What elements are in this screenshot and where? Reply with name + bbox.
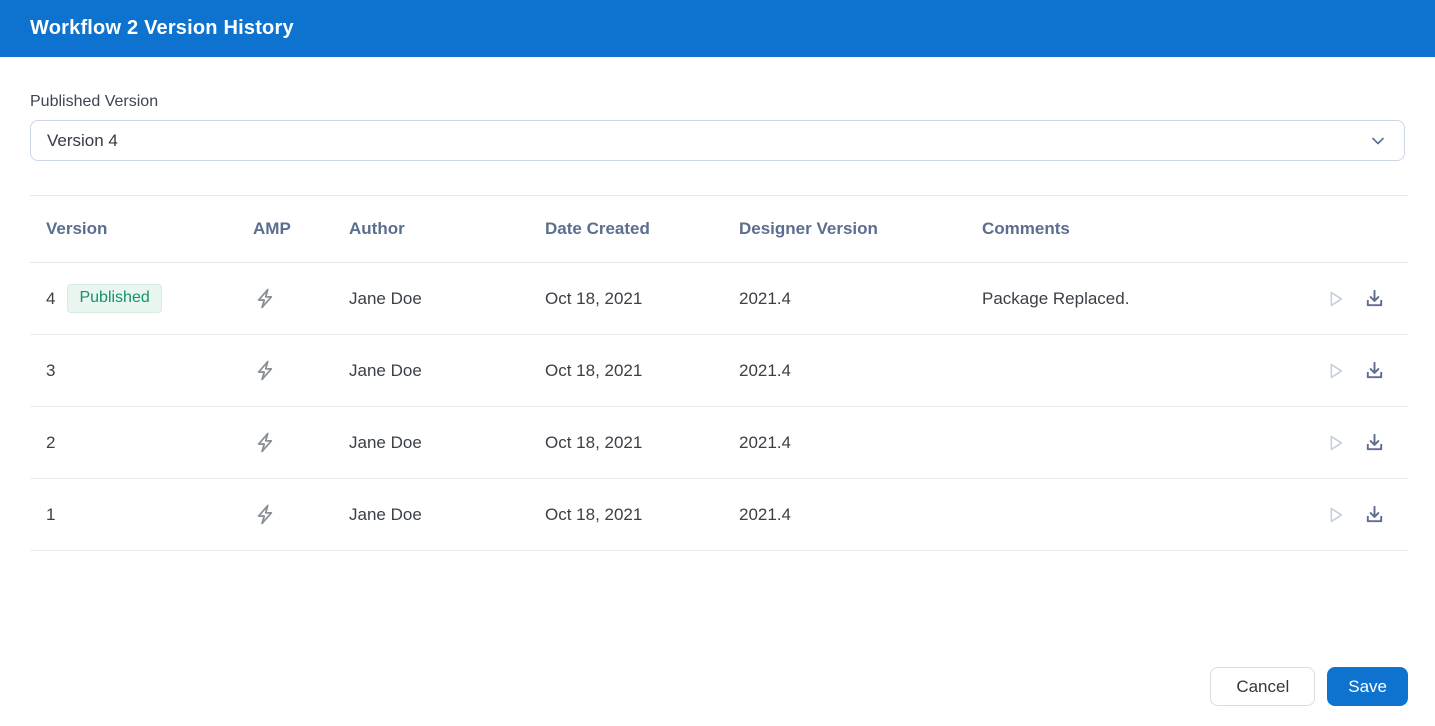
table-header-row: Version AMP Author Date Created Designer… — [30, 196, 1408, 263]
column-header-date-created: Date Created — [545, 219, 650, 238]
published-badge: Published — [67, 284, 162, 313]
date-created-cell: Oct 18, 2021 — [545, 360, 643, 380]
amp-cell — [253, 430, 349, 455]
version-cell: 1 — [46, 505, 253, 525]
designer-version-cell: 2021.4 — [739, 504, 791, 524]
download-button[interactable] — [1363, 359, 1386, 382]
version-number: 3 — [46, 360, 56, 380]
column-header-version: Version — [46, 219, 108, 238]
published-version-label: Published Version — [30, 93, 159, 110]
download-icon — [1366, 433, 1383, 451]
download-icon — [1366, 361, 1383, 379]
table-row: 3 Jane Doe Oct 18, 2021 2021.4 — [30, 335, 1408, 407]
play-button[interactable] — [1324, 288, 1346, 310]
author-cell: Jane Doe — [349, 432, 422, 452]
designer-version-cell: 2021.4 — [739, 288, 791, 308]
row-actions — [1298, 431, 1408, 454]
lightning-bolt-icon — [257, 360, 273, 381]
amp-cell — [253, 358, 349, 383]
version-cell: 3 — [46, 361, 253, 381]
play-icon — [1330, 363, 1343, 378]
dialog-header: Workflow 2 Version History — [0, 0, 1435, 57]
dialog-title: Workflow 2 Version History — [30, 17, 294, 39]
download-icon — [1366, 289, 1383, 307]
row-actions — [1298, 287, 1408, 310]
designer-version-cell: 2021.4 — [739, 360, 791, 380]
lightning-bolt-icon — [257, 432, 273, 453]
play-button[interactable] — [1324, 504, 1346, 526]
play-icon — [1330, 435, 1343, 450]
date-created-cell: Oct 18, 2021 — [545, 504, 643, 524]
play-button[interactable] — [1324, 432, 1346, 454]
author-cell: Jane Doe — [349, 504, 422, 524]
version-cell: 4 Published — [46, 284, 253, 313]
table-row: 2 Jane Doe Oct 18, 2021 2021.4 — [30, 407, 1408, 479]
column-header-author: Author — [349, 219, 405, 238]
designer-version-cell: 2021.4 — [739, 432, 791, 452]
table-row: 1 Jane Doe Oct 18, 2021 2021.4 — [30, 479, 1408, 551]
download-icon — [1366, 505, 1383, 523]
version-number: 4 — [46, 288, 56, 308]
play-icon — [1330, 291, 1343, 306]
table-row: 4 Published Jane Doe Oct 18, 2021 2021.4… — [30, 263, 1408, 335]
download-button[interactable] — [1363, 503, 1386, 526]
download-button[interactable] — [1363, 431, 1386, 454]
published-version-value: Version 4 — [47, 130, 118, 150]
version-cell: 2 — [46, 433, 253, 453]
comments-cell: Package Replaced. — [982, 288, 1130, 308]
save-button[interactable]: Save — [1327, 667, 1408, 706]
version-history-table: Version AMP Author Date Created Designer… — [30, 195, 1408, 551]
amp-cell — [253, 502, 349, 527]
published-version-select[interactable]: Version 4 — [30, 120, 1405, 161]
play-icon — [1330, 507, 1343, 522]
version-number: 2 — [46, 432, 56, 452]
download-button[interactable] — [1363, 287, 1386, 310]
lightning-bolt-icon — [257, 288, 273, 309]
dialog-footer: Cancel Save — [0, 667, 1435, 726]
cancel-button[interactable]: Cancel — [1210, 667, 1316, 706]
column-header-comments: Comments — [982, 219, 1070, 238]
column-header-amp: AMP — [253, 219, 291, 238]
amp-cell — [253, 286, 349, 311]
published-version-field: Published Version Version 4 — [30, 93, 1405, 161]
table-body: 4 Published Jane Doe Oct 18, 2021 2021.4… — [30, 263, 1408, 551]
row-actions — [1298, 359, 1408, 382]
chevron-down-icon — [1372, 137, 1384, 144]
author-cell: Jane Doe — [349, 288, 422, 308]
play-button[interactable] — [1324, 360, 1346, 382]
lightning-bolt-icon — [257, 504, 273, 525]
version-number: 1 — [46, 504, 56, 524]
author-cell: Jane Doe — [349, 360, 422, 380]
date-created-cell: Oct 18, 2021 — [545, 432, 643, 452]
date-created-cell: Oct 18, 2021 — [545, 288, 643, 308]
row-actions — [1298, 503, 1408, 526]
column-header-designer-version: Designer Version — [739, 219, 878, 238]
